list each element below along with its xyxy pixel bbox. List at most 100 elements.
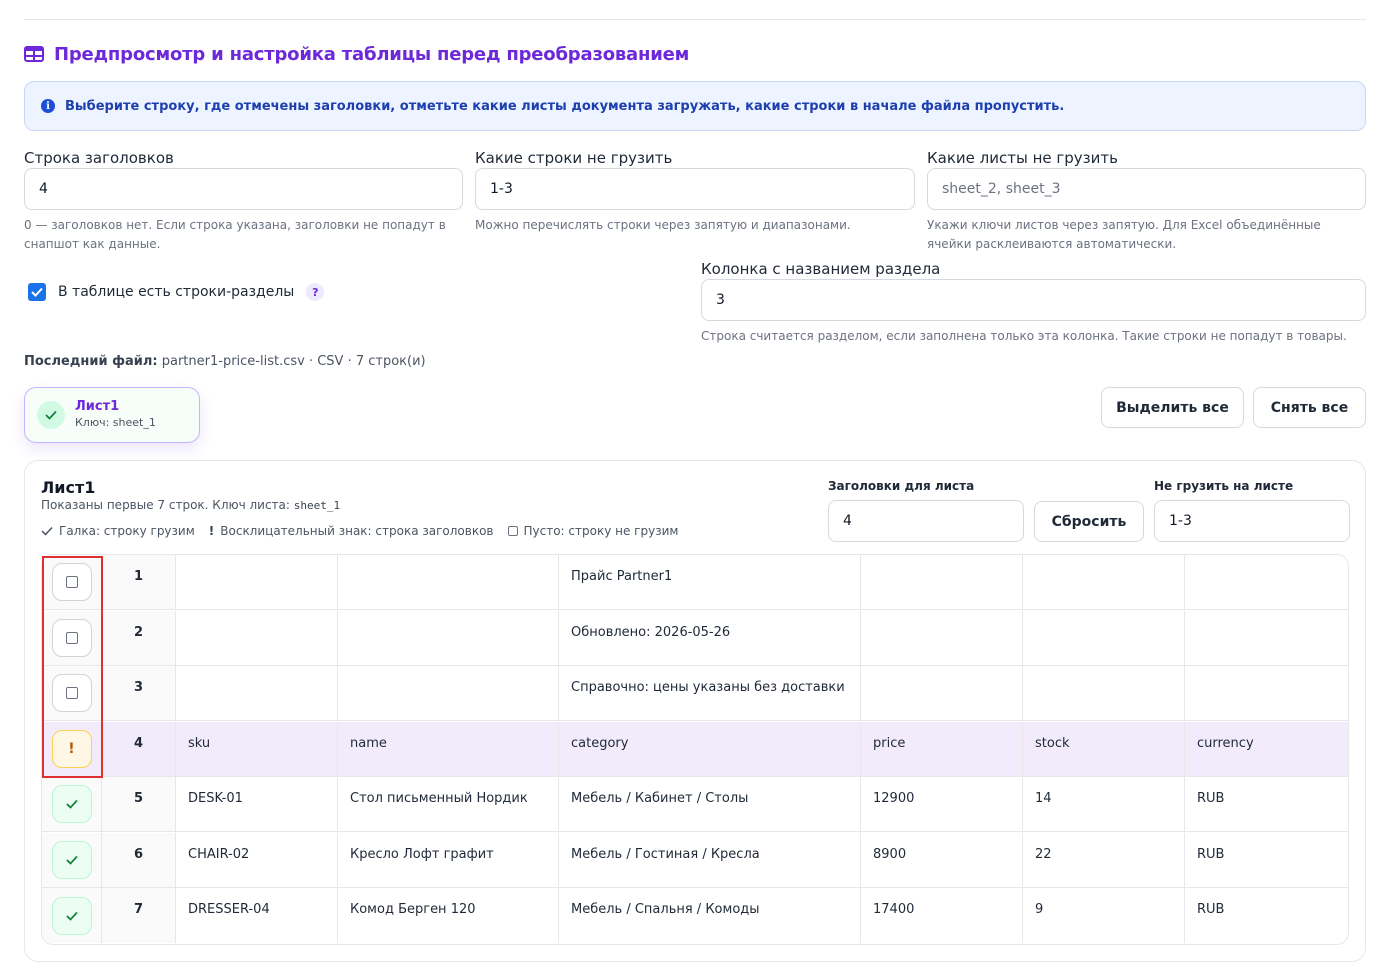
skip-rows-field: Какие строки не грузить 1-3 Можно перечи… [475,148,915,235]
sheet-selected-icon [37,401,65,429]
row-load-toggle[interactable] [51,896,92,935]
preview-table: 1 Прайс Partner1 2 Обновлено: 2026-05-26 3 Сп… [41,554,1349,945]
row-number: 6 [102,832,176,887]
page-title-text: Предпросмотр и настройка таблицы перед п… [54,43,690,65]
info-text: Выберите строку, где отмечены заголовки,… [65,98,1065,114]
row-header-toggle[interactable]: ! [51,729,92,768]
table-cell: Прайс Partner1 [559,555,861,609]
table-cell: 14 [1023,777,1185,831]
info-icon: i [41,99,55,113]
sheet-card: Лист1 Показаны первые 7 строк. Ключ лист… [24,460,1366,962]
empty-box-icon [507,526,518,536]
info-banner: i Выберите строку, где отмечены заголовк… [24,81,1366,131]
header-row-input[interactable]: 4 [24,168,463,210]
table-cell: Комод Берген 120 [338,888,559,943]
row-toggle-cell [42,610,102,665]
table-cell: category [559,721,861,776]
row-number: 2 [102,610,176,665]
sheet-card-title: Лист1 [41,478,96,497]
table-cell: DESK-01 [176,777,338,831]
section-rows-checkbox[interactable] [28,283,46,301]
table-row: 5 DESK-01 Стол письменный Нордик Мебель / К… [42,777,1348,832]
table-cell: price [861,721,1023,776]
page-title: Предпросмотр и настройка таблицы перед п… [24,42,689,66]
table-cell [1185,555,1348,609]
sheet-headers-label: Заголовки для листа [828,479,975,493]
table-cell: RUB [1197,846,1225,862]
table-cell [1185,666,1348,720]
row-number: 1 [102,555,176,609]
last-file-info: Последний файл: partner1-price-list.csv … [24,354,426,369]
section-column-hint: Строка считается разделом, если заполнен… [701,329,1347,343]
check-icon [65,911,78,921]
table-cell [1185,611,1348,665]
help-icon[interactable]: ? [306,283,325,301]
row-load-toggle[interactable] [51,840,92,879]
table-cell: 22 [1023,832,1185,887]
row-load-toggle[interactable] [51,785,92,823]
skip-rows-input[interactable]: 1-3 [475,168,915,210]
table-cell: 9 [1023,888,1185,943]
sheet-skip-label: Не грузить на листе [1154,479,1294,493]
row-skip-toggle[interactable] [51,618,92,657]
table-cell [1023,610,1185,665]
table-cell: Мебель / Кабинет / Столы [559,777,861,831]
legend-check: Галка: строку грузим [59,524,195,538]
table-cell: Стол письменный Нордик [338,777,559,831]
row-number: 3 [102,666,176,720]
table-cell: currency [1197,735,1254,751]
sheet-chip[interactable]: Лист1 Ключ: sheet_1 [24,387,200,443]
table-cell: sku [176,721,338,776]
table-cell [176,666,338,720]
section-column-input[interactable]: 3 [701,279,1366,321]
select-all-button[interactable]: Выделить все [1101,387,1244,428]
sheet-skip-input[interactable]: 1-3 [1154,500,1350,542]
sheet-headers-input[interactable]: 4 [828,500,1024,542]
table-cell: stock [1023,721,1185,776]
section-rows-label: В таблице есть строки-разделы [58,284,295,300]
empty-box-icon [65,687,78,699]
table-cell: CHAIR-02 [176,832,338,887]
table-row: 6 CHAIR-02 Кресло Лофт графит Мебель / Гост… [42,832,1348,888]
table-cell [338,666,559,720]
sheet-card-subtitle-text: Показаны первые 7 строк. Ключ листа: [41,498,290,512]
table-row: 3 Справочно: цены указаны без доставки [42,666,1348,721]
table-cell [1023,666,1185,720]
table-cell: RUB [1197,902,1225,917]
reset-button[interactable]: Сбросить [1034,501,1144,542]
skip-sheets-field: Какие листы не грузить sheet_2, sheet_3 … [927,148,1366,254]
row-skip-toggle[interactable] [51,563,92,601]
table-cell [338,610,559,665]
table-cell: Мебель / Гостиная / Кресла [559,832,861,887]
empty-box-icon [65,576,78,588]
skip-sheets-hint: Укажи ключи листов через запятую. Для Ex… [927,218,1321,251]
row-toggle-cell [42,666,102,720]
check-icon [41,526,53,536]
table-cell [861,666,1023,720]
table-cell [338,555,559,609]
row-toggle-cell: ! [42,721,102,776]
top-divider [24,19,1366,20]
skip-sheets-input[interactable]: sheet_2, sheet_3 [927,168,1366,210]
table-cell: Обновлено: 2026-05-26 [559,610,861,665]
header-row-label: Строка заголовков [24,149,174,167]
deselect-all-button[interactable]: Снять все [1253,387,1366,428]
row-number: 4 [102,721,176,776]
table-cell: Мебель / Спальня / Комоды [559,888,861,943]
table-icon [24,46,44,62]
table-row: 1 Прайс Partner1 [42,555,1348,610]
table-cell [861,555,1023,609]
table-cell: 17400 [861,888,1023,943]
section-rows-toggle[interactable]: В таблице есть строки-разделы ? [28,283,325,301]
empty-box-icon [65,631,78,644]
sheet-card-key: sheet_1 [293,499,341,512]
sheet-card-subtitle: Показаны первые 7 строк. Ключ листа: she… [41,498,340,512]
row-skip-toggle[interactable] [51,674,92,712]
check-icon [31,287,43,297]
sheet-chip-key: Ключ: sheet_1 [75,416,156,429]
header-row-field: Строка заголовков 4 0 — заголовков нет. … [24,148,463,254]
legend: Галка: строку грузим ! Восклицательный з… [41,524,686,538]
check-icon [65,855,78,865]
row-toggle-cell [42,888,102,943]
table-cell: 8900 [861,832,1023,887]
